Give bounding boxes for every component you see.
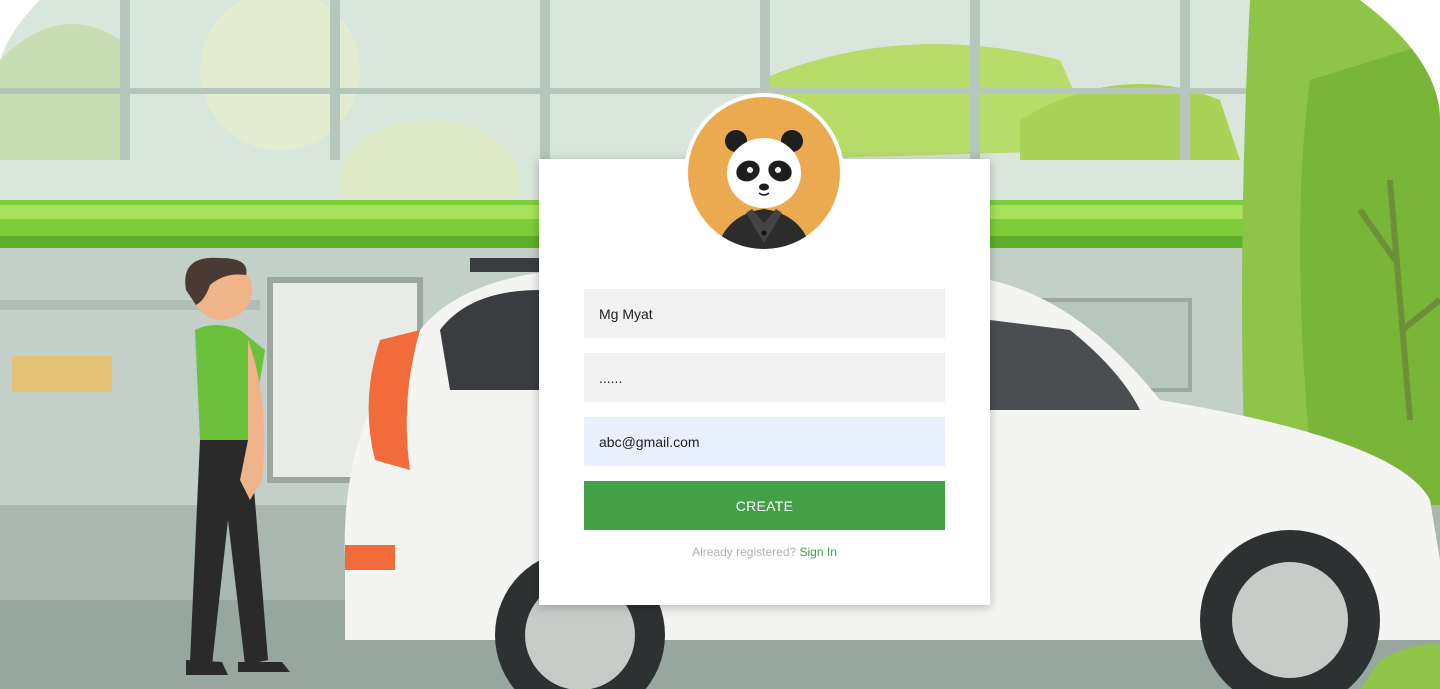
signin-link[interactable]: Sign In	[800, 545, 837, 559]
already-registered-text: Already registered?	[692, 545, 797, 559]
create-button[interactable]: CREATE	[584, 481, 945, 530]
panda-avatar-icon	[688, 97, 840, 249]
username-field[interactable]	[584, 289, 945, 338]
avatar	[684, 93, 844, 253]
password-field[interactable]	[584, 353, 945, 402]
signin-prompt: Already registered? Sign In	[539, 545, 990, 559]
email-field[interactable]	[584, 417, 945, 466]
